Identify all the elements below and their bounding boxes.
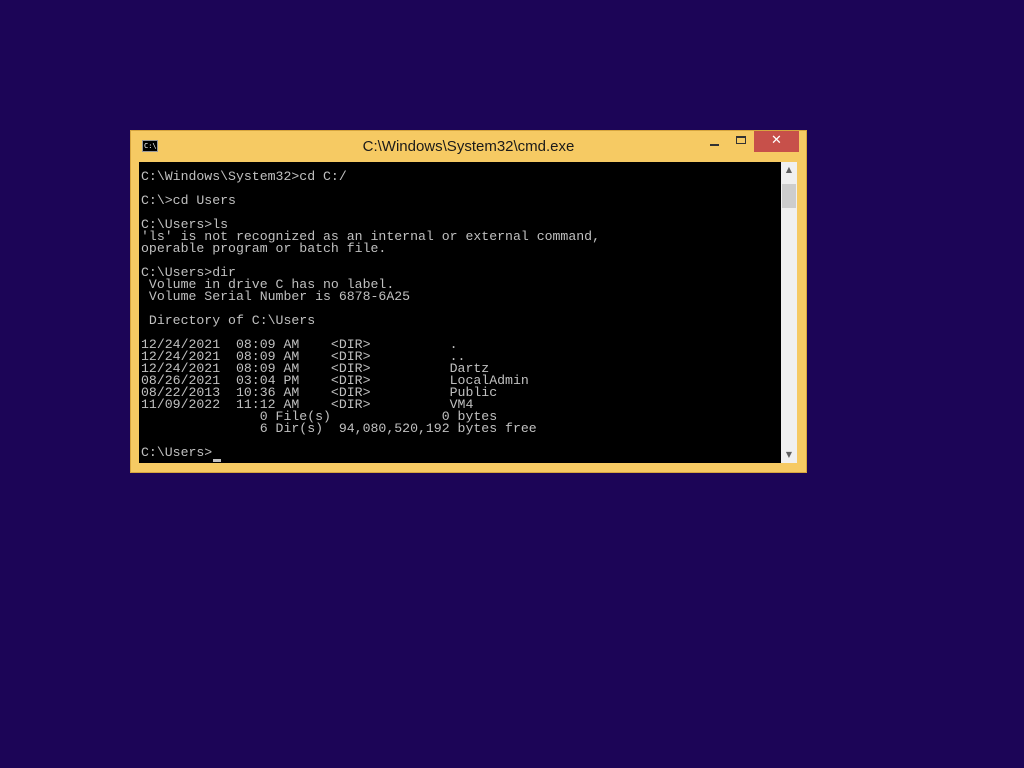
title-bar[interactable]: C:\ C:\Windows\System32\cmd.exe ✕ xyxy=(131,131,806,162)
console-line: Volume Serial Number is 6878-6A25 xyxy=(141,289,411,304)
maximize-icon xyxy=(736,136,746,144)
vertical-scrollbar[interactable]: ▲ ▼ xyxy=(781,162,797,463)
console-line: C:\>cd Users xyxy=(141,193,236,208)
console-line: operable program or batch file. xyxy=(141,241,387,256)
minimize-button[interactable] xyxy=(701,131,727,152)
console-line: Directory of C:\Users xyxy=(141,313,316,328)
scroll-down-arrow-icon[interactable]: ▼ xyxy=(781,447,797,463)
console-line: 6 Dir(s) 94,080,520,192 bytes free xyxy=(141,421,537,436)
minimize-icon xyxy=(710,144,719,146)
console-output[interactable]: C:\Windows\System32>cd C:/ C:\>cd Users … xyxy=(139,162,781,463)
scroll-thumb[interactable] xyxy=(782,184,796,208)
close-button[interactable]: ✕ xyxy=(754,131,799,152)
close-icon: ✕ xyxy=(771,133,782,148)
command-prompt[interactable]: C:\Users> xyxy=(141,446,212,459)
console-line: C:\Windows\System32>cd C:/ xyxy=(141,169,347,184)
cmd-window[interactable]: C:\ C:\Windows\System32\cmd.exe ✕ C:\Win… xyxy=(130,130,807,473)
text-cursor xyxy=(213,459,221,462)
scroll-up-arrow-icon[interactable]: ▲ xyxy=(781,162,797,178)
maximize-button[interactable] xyxy=(728,131,754,152)
